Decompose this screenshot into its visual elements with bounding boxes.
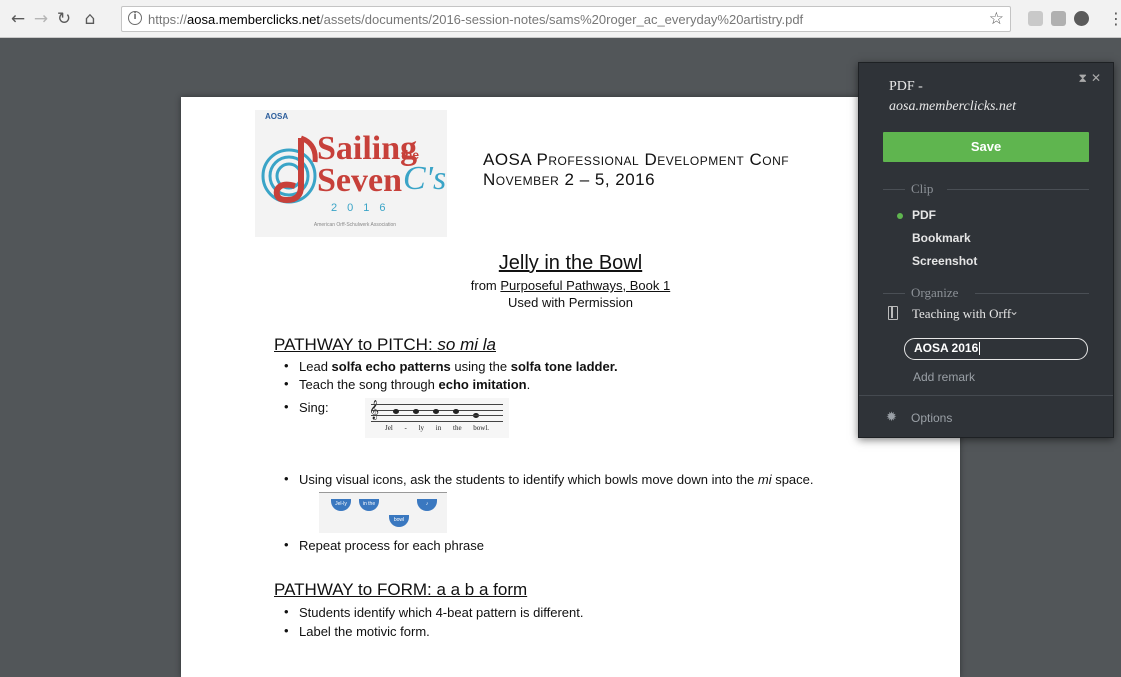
b1-d: solfa tone ladder. [510, 359, 618, 374]
clipper-header-icons: ⧗✕ [1079, 71, 1106, 86]
form-heading: PATHWAY to FORM: a a b a form [274, 580, 528, 599]
organize-section-label: Organize [911, 285, 959, 300]
chevron-down-icon[interactable]: ⌄ [1009, 304, 1019, 318]
options-divider [859, 395, 1113, 396]
b4-b: mi [757, 472, 772, 487]
options-link[interactable]: Options [911, 411, 952, 425]
add-remark-field[interactable]: Add remark [913, 370, 975, 384]
b1-a: Lead [299, 359, 332, 374]
save-button[interactable]: Save [883, 132, 1089, 162]
clip-section-divider: Clip [883, 181, 1089, 196]
b2-a: Teach the song through [299, 377, 439, 392]
pitch-bullet-3: Sing: [284, 399, 328, 415]
logo-note-icon [261, 135, 318, 204]
b2-c: . [526, 377, 531, 392]
note [433, 409, 439, 414]
document-title: Jelly in the Bowl [498, 252, 643, 274]
tag-input[interactable]: AOSA 2016 [904, 338, 1088, 360]
logo-cs-text: C's [403, 160, 447, 197]
logo-association-text: American Orff-Schulwerk Association [313, 222, 397, 228]
logo-aosa-text: AOSA [265, 112, 289, 121]
music-staff: 𝄞 Jel - ly in the bowl. [365, 398, 509, 438]
close-icon[interactable]: ✕ [1091, 71, 1105, 85]
bowl-icon: in the [359, 499, 379, 511]
clip-option-pdf[interactable]: PDF [912, 208, 936, 222]
song-lyrics: Jel - ly in the bowl. [385, 424, 490, 432]
divider-line [947, 189, 1089, 190]
pitch-heading-text: PATHWAY to PITCH: [274, 335, 438, 354]
evernote-elephant-icon[interactable] [1074, 11, 1089, 26]
source-line: from Purposeful Pathways, Book 1 [181, 278, 960, 293]
pitch-heading: PATHWAY to PITCH: so mi la [274, 335, 496, 355]
url-host: aosa.memberclicks.net [187, 12, 320, 27]
conference-line-1: AOSA Professional Development Conf [483, 150, 790, 169]
collapse-icon[interactable]: ⧗ [1079, 71, 1091, 85]
clip-option-bookmark[interactable]: Bookmark [912, 231, 971, 245]
pitch-bullet-4: Using visual icons, ask the students to … [284, 471, 814, 487]
pitch-bullet-5: Repeat process for each phrase [284, 537, 484, 553]
bowl-icons: Jel-ly in the bowl ♪ [319, 492, 447, 533]
conference-title: AOSA Professional Development Conf Novem… [483, 150, 789, 190]
clip-title-line-1: PDF - [889, 79, 923, 94]
clip-section-label: Clip [911, 181, 934, 196]
browser-toolbar: ← → ↻ ⌂ i https://aosa.memberclicks.net/… [0, 0, 1121, 38]
source-title: Purposeful Pathways, Book 1 [500, 278, 671, 293]
text-cursor [979, 342, 981, 356]
b4-a: Using visual icons, ask the students to … [299, 472, 758, 487]
note [473, 413, 479, 418]
back-arrow-icon[interactable]: ← [8, 9, 28, 29]
bowl-icon: ♪ [417, 499, 437, 511]
source-prefix: from [470, 278, 501, 293]
bookmark-star-icon[interactable]: ☆ [989, 9, 1004, 29]
staff-lines [371, 404, 503, 422]
organize-section-divider: Organize [883, 285, 1089, 300]
form-bullet-1: Students identify which 4-beat pattern i… [284, 604, 584, 620]
extension-drive-icon[interactable] [1028, 11, 1043, 26]
note [393, 409, 399, 414]
reload-icon[interactable]: ↻ [54, 9, 74, 29]
forward-arrow-icon[interactable]: → [31, 9, 51, 29]
url-text[interactable]: https://aosa.memberclicks.net/assets/doc… [148, 12, 803, 27]
pdf-page: AOSA Sailing the Seven C's 2016 American… [181, 97, 960, 677]
b1-b: solfa echo patterns [331, 359, 451, 374]
conference-line-2: November 2 – 5, 2016 [483, 170, 656, 189]
clip-title-line-2: aosa.memberclicks.net [889, 99, 1016, 114]
logo-year-text: 2016 [331, 202, 396, 214]
bowl-icon: bowl [389, 515, 409, 527]
url-path: /assets/documents/2016-session-notes/sam… [319, 12, 804, 27]
pitch-heading-solfa: so mi la [437, 335, 496, 354]
clip-option-screenshot[interactable]: Screenshot [912, 254, 977, 268]
url-scheme: https:// [148, 12, 188, 27]
gear-icon[interactable]: ✹ [886, 410, 897, 425]
b2-b: echo imitation [438, 377, 527, 392]
extension-g-icon[interactable] [1051, 11, 1066, 26]
b4-c: space. [771, 472, 814, 487]
permission-line: Used with Permission [508, 295, 633, 310]
form-bullet-2: Label the motivic form. [284, 623, 430, 639]
info-icon[interactable]: i [128, 11, 142, 25]
divider-line [883, 293, 905, 294]
note [413, 409, 419, 414]
divider-line [883, 189, 905, 190]
notebook-icon [888, 306, 898, 320]
address-bar[interactable]: i https://aosa.memberclicks.net/assets/d… [121, 6, 1011, 32]
note [453, 409, 459, 414]
pitch-bullet-1: Lead solfa echo patterns using the solfa… [284, 358, 618, 374]
clip-title[interactable]: PDF - aosa.memberclicks.net [889, 77, 1016, 117]
chrome-menu-icon[interactable]: ⋮ [1108, 9, 1121, 28]
b1-c: using the [450, 359, 511, 374]
tag-input-value: AOSA 2016 [914, 341, 979, 355]
selected-indicator [897, 213, 903, 219]
notebook-selector[interactable]: Teaching with Orff [912, 306, 1011, 322]
logo-seven-text: Seven [317, 162, 402, 199]
divider-line [975, 293, 1089, 294]
home-icon[interactable]: ⌂ [80, 9, 100, 29]
conference-logo: AOSA Sailing the Seven C's 2016 American… [255, 110, 447, 237]
bowl-icon: Jel-ly [331, 499, 351, 511]
pitch-bullet-2: Teach the song through echo imitation. [284, 376, 531, 392]
web-clipper-panel: ⧗✕ PDF - aosa.memberclicks.net Save Clip… [858, 62, 1114, 438]
